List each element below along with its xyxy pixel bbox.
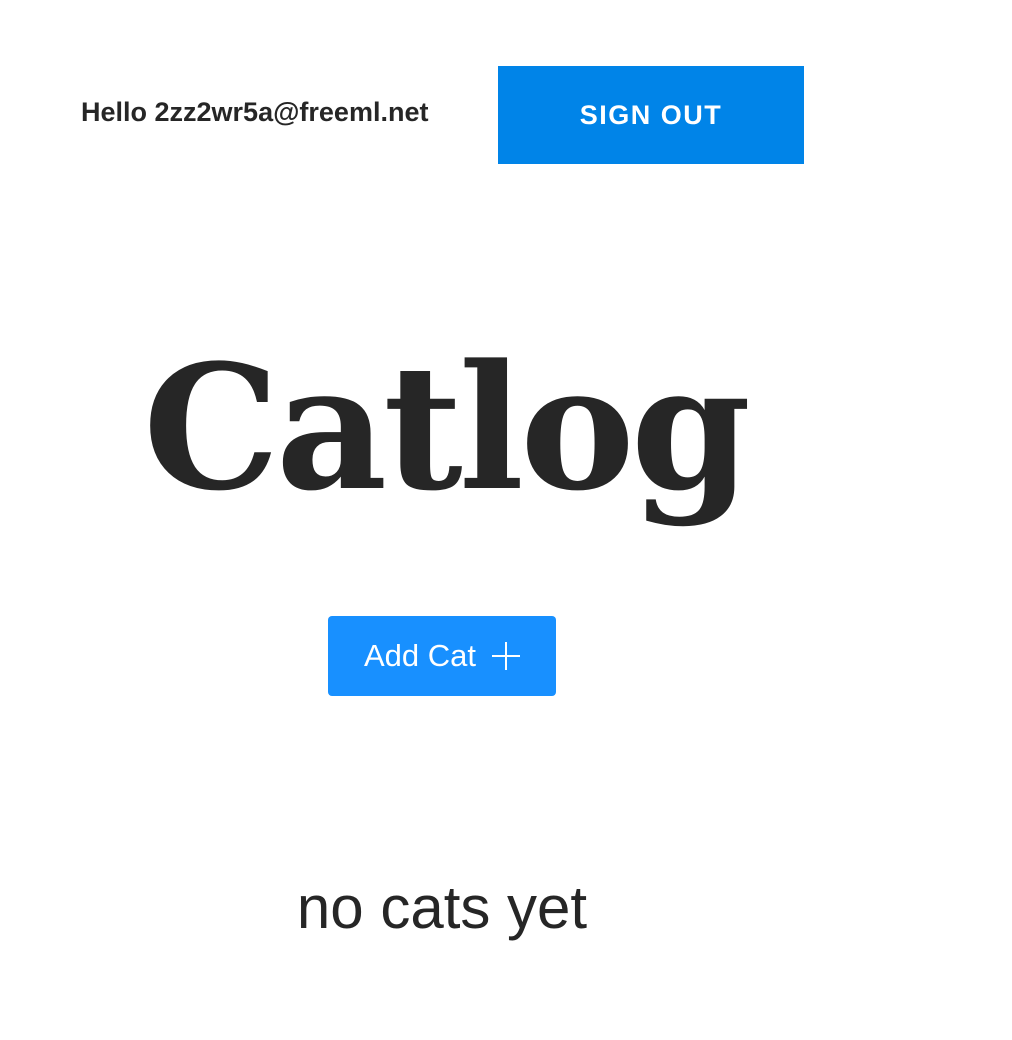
- add-cat-button-label: Add Cat: [363, 638, 476, 673]
- header: Hello 2zz2wr5a@freeml.net SIGN OUT: [81, 66, 804, 164]
- greeting-text: Hello 2zz2wr5a@freeml.net: [81, 96, 429, 127]
- page-title: Catlog: [142, 326, 751, 529]
- empty-state-message: no cats yet: [296, 874, 588, 941]
- plus-icon: [492, 642, 520, 670]
- sign-out-button[interactable]: SIGN OUT: [498, 66, 804, 164]
- add-cat-button[interactable]: Add Cat: [328, 616, 556, 696]
